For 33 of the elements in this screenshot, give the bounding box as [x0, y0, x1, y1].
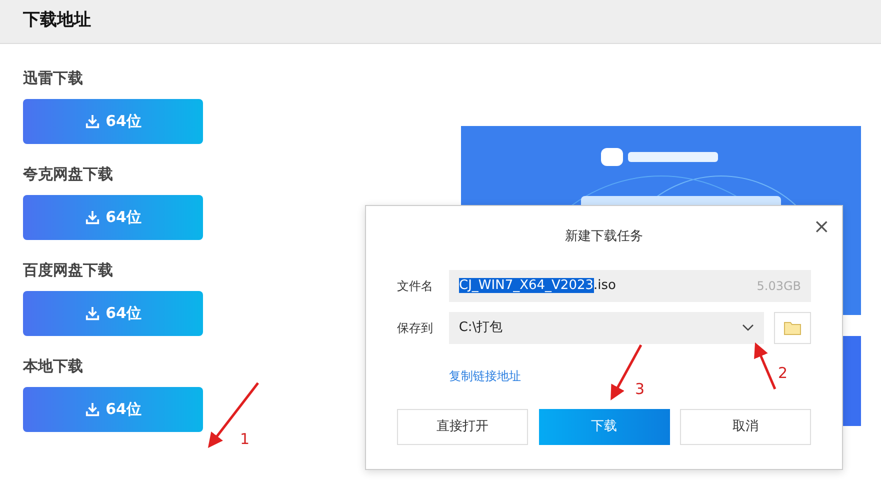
download-button[interactable]: 64位 — [23, 291, 203, 336]
copy-link[interactable]: 复制链接地址 — [449, 366, 521, 384]
chevron-down-icon — [742, 324, 754, 332]
dialog-button[interactable]: 直接打开 — [397, 408, 528, 444]
field-label: 保存到 — [397, 320, 434, 336]
download-button[interactable]: 64位 — [23, 195, 203, 240]
section-title: 下载地址 — [23, 10, 91, 30]
filename-field[interactable]: CJ_WIN7_X64_V2023.iso 5.03GB — [449, 270, 811, 302]
annotation-arrow — [208, 382, 259, 448]
save-path-dropdown[interactable]: C:\打包 — [448, 312, 764, 344]
step-number: 2 — [778, 363, 788, 384]
download-button[interactable]: 64位 — [23, 99, 203, 144]
dialog-title: 新建下载任务 — [564, 228, 644, 246]
annotation-arrow — [610, 344, 642, 400]
download-button[interactable]: 64位 — [23, 387, 203, 432]
section-label: 百度网盘下载 — [23, 260, 113, 280]
section-label: 本地下载 — [23, 356, 83, 376]
dialog-button[interactable]: 取消 — [680, 408, 811, 444]
close-button[interactable]: × — [809, 214, 834, 238]
field-label: 文件名 — [397, 278, 434, 294]
download-icon — [84, 402, 100, 417]
download-icon — [84, 210, 100, 225]
browse-folder-button[interactable] — [774, 312, 811, 344]
file-size: 5.03GB — [756, 278, 801, 294]
annotation-arrow — [754, 342, 776, 390]
section-label: 夸克网盘下载 — [23, 164, 113, 184]
step-number: 1 — [240, 429, 250, 450]
download-icon — [84, 114, 100, 129]
download-icon — [84, 306, 100, 321]
filename-text: CJ_WIN7_X64_V2023.iso — [459, 276, 616, 295]
section-label: 迅雷下载 — [23, 68, 83, 88]
step-number: 3 — [635, 379, 645, 400]
download-button[interactable]: 下载 — [538, 408, 670, 444]
